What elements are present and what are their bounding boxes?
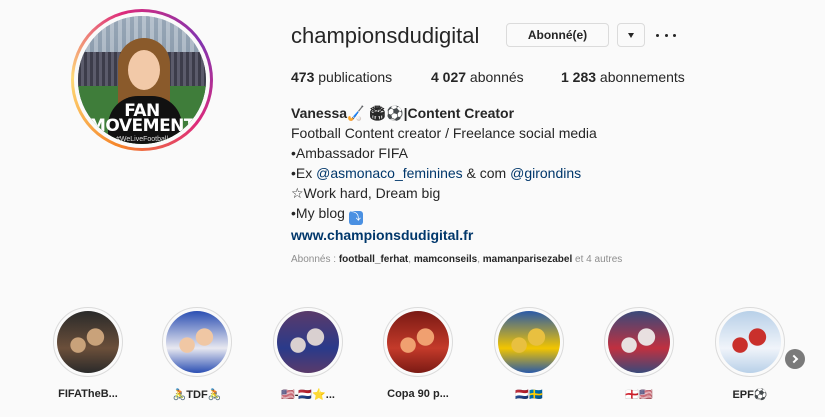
highlight-cover-ring xyxy=(162,307,232,377)
follower-name: football_ferhat xyxy=(338,254,409,265)
followed-by-suffix: et 4 autres xyxy=(572,254,623,265)
posts-label: publications xyxy=(314,69,393,85)
suggestions-dropdown-button[interactable] xyxy=(617,23,645,47)
bio-line-4: ☆Work hard, Dream big xyxy=(291,185,441,201)
follower-name: mamanparisezabel xyxy=(482,254,573,265)
highlight-cover-image xyxy=(57,311,119,373)
story-highlight[interactable]: 🏴󠁧󠁢󠁥󠁮󠁧󠁿🇺🇸 xyxy=(599,307,679,401)
followers-label: abonnés xyxy=(466,69,524,85)
bio-line-3: •Ex @asmonaco_feminines & com @girondins xyxy=(291,163,597,183)
highlight-label: 🇳🇱🇸🇪 xyxy=(515,389,543,401)
followed-by-prefix: Abonnés : xyxy=(291,254,339,265)
posts-count: 473 xyxy=(291,69,315,85)
mention-link-girondins[interactable]: @girondins xyxy=(510,165,581,181)
avatar-shirt-subtext: #WeLiveFootball xyxy=(115,136,168,143)
highlight-cover-image xyxy=(387,311,449,373)
more-options-button[interactable] xyxy=(656,26,676,44)
profile-avatar[interactable]: FAN MOVEMENT #WeLiveFootball xyxy=(71,9,213,151)
bio-line-2: •Ambassador FIFA xyxy=(291,145,408,161)
bio-line-5-text: •My blog xyxy=(291,205,349,221)
followed-by-text[interactable]: Abonnés : football_ferhat, mamconseils, … xyxy=(291,254,622,265)
mention-link-asmonaco[interactable]: @asmonaco_feminines xyxy=(316,165,463,181)
highlight-cover-ring xyxy=(604,307,674,377)
story-highlight[interactable]: Copa 90 p... xyxy=(378,307,458,400)
profile-bio: Vanessa🏑 🏟⚽|Content Creator Football Con… xyxy=(291,103,597,245)
avatar-photo: FAN MOVEMENT #WeLiveFootball xyxy=(78,16,206,144)
chevron-right-icon xyxy=(789,354,799,364)
story-highlight[interactable]: 🚴TDF🚴 xyxy=(157,307,237,401)
followers-count: 4 027 xyxy=(431,69,467,85)
story-highlight[interactable]: 🇳🇱🇸🇪 xyxy=(489,307,569,401)
following-count: 1 283 xyxy=(561,69,597,85)
highlight-label: EPF⚽ xyxy=(732,389,768,401)
story-highlight[interactable]: EPF⚽ xyxy=(710,307,790,401)
highlight-cover-ring xyxy=(494,307,564,377)
arrow-down-icon: ⤵ xyxy=(348,211,363,225)
highlight-label: 🏴󠁧󠁢󠁥󠁮󠁧󠁿🇺🇸 xyxy=(625,389,653,401)
bio-line-3-prefix: •Ex xyxy=(291,165,317,181)
dot-icon xyxy=(656,33,659,37)
dot-icon xyxy=(664,33,668,37)
person-face-graphic xyxy=(128,50,160,90)
following-label: abonnements xyxy=(596,69,685,85)
avatar-shirt-text: FAN MOVEMENT xyxy=(88,101,196,136)
highlight-cover-image xyxy=(498,311,560,373)
bio-line-3-mid: & com xyxy=(462,165,511,181)
bio-line-1: Football Content creator / Freelance soc… xyxy=(291,125,597,141)
following-button[interactable]: Abonné(e) xyxy=(506,23,609,47)
bio-display-name: Vanessa🏑 🏟⚽|Content Creator xyxy=(291,105,515,121)
highlight-cover-ring xyxy=(53,307,123,377)
highlight-cover-ring xyxy=(273,307,343,377)
highlight-cover-image xyxy=(166,311,228,373)
avatar-border: FAN MOVEMENT #WeLiveFootball xyxy=(74,12,210,148)
chevron-down-icon xyxy=(628,32,634,38)
highlight-cover-image xyxy=(608,311,670,373)
profile-username: championsdudigital xyxy=(291,23,480,48)
bio-website-line: www.championsdudigital.fr xyxy=(291,225,597,245)
following-stat[interactable]: 1 283 abonnements xyxy=(561,69,685,85)
followers-stat[interactable]: 4 027 abonnés xyxy=(431,69,524,85)
highlights-next-button[interactable] xyxy=(785,349,805,369)
highlight-label: 🚴TDF🚴 xyxy=(172,389,222,401)
highlight-cover-ring xyxy=(715,307,785,377)
posts-stat: 473 publications xyxy=(291,69,392,85)
story-highlight[interactable]: 🇺🇸-🇳🇱⭐... xyxy=(268,307,348,401)
highlight-cover-image xyxy=(719,311,781,373)
highlight-cover-image xyxy=(277,311,339,373)
highlight-label: FIFATheB... xyxy=(58,388,118,400)
highlight-label: Copa 90 p... xyxy=(387,388,449,400)
dot-icon xyxy=(673,33,676,37)
story-highlight[interactable]: FIFATheB... xyxy=(48,307,128,400)
highlight-label: 🇺🇸-🇳🇱⭐... xyxy=(281,389,335,401)
website-link[interactable]: www.championsdudigital.fr xyxy=(291,227,473,243)
bio-line-5: •My blog ⤵ xyxy=(291,203,597,225)
follower-name: mamconseils xyxy=(413,254,478,265)
highlight-cover-ring xyxy=(383,307,453,377)
